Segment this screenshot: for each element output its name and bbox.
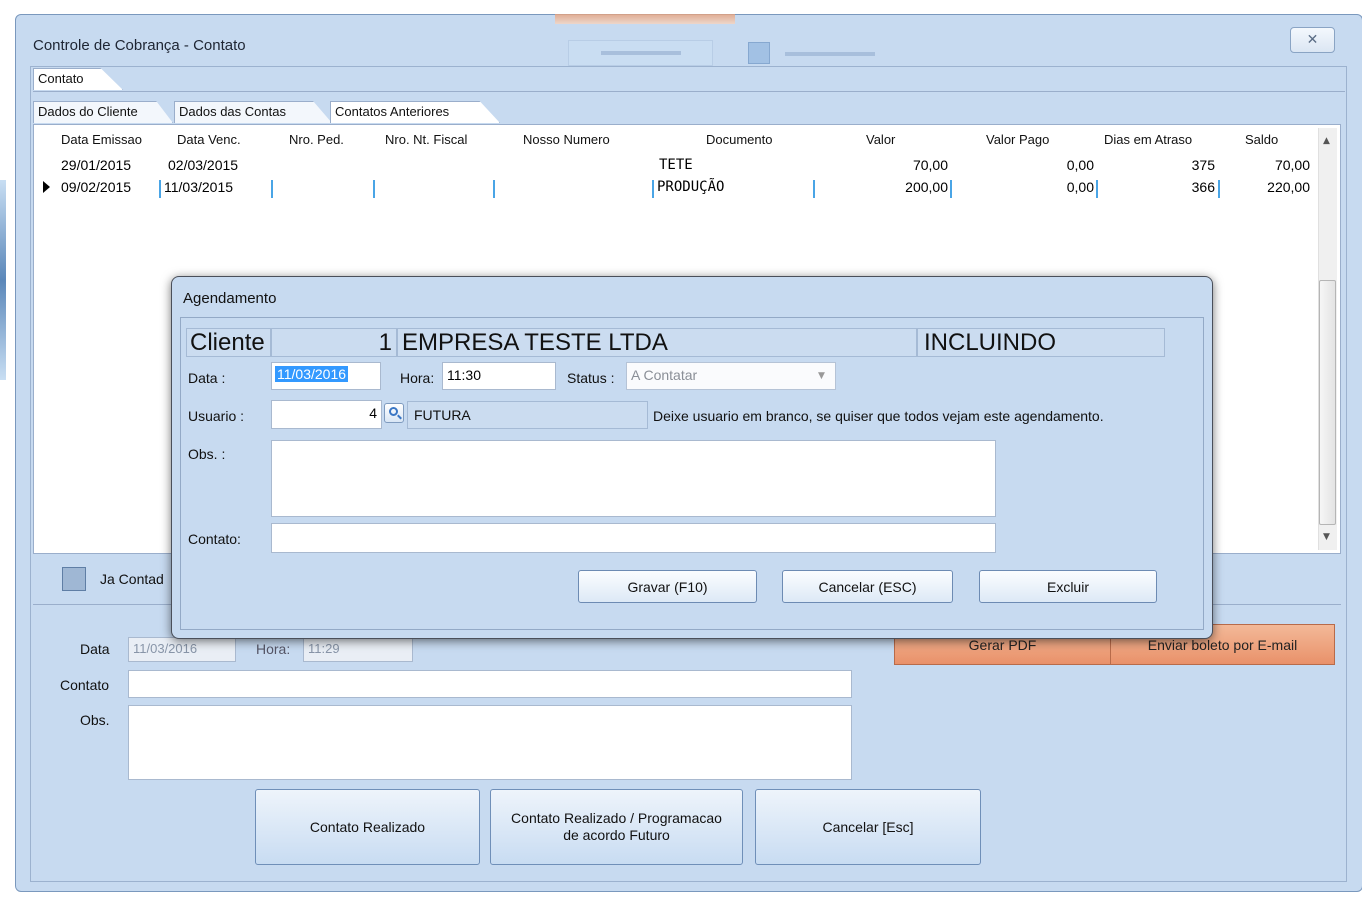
tab-dados-cliente[interactable]: Dados do Cliente	[33, 101, 173, 123]
chevron-down-icon[interactable]: ▼	[818, 371, 825, 381]
hora-field[interactable]: 11:29	[303, 637, 413, 662]
cell-documento[interactable]: TETE	[659, 157, 693, 173]
contato-label: Contato:	[188, 531, 241, 547]
cell-divider	[271, 180, 273, 198]
cell-valor-pago[interactable]: 0,00	[1000, 157, 1094, 173]
usuario-nome: FUTURA	[407, 401, 648, 429]
cell-data-emissao[interactable]: 09/02/2015	[61, 179, 131, 195]
column-header[interactable]: Nro. Nt. Fiscal	[385, 132, 467, 147]
cell-dias-atraso[interactable]: 366	[1150, 179, 1215, 195]
cell-data-emissao[interactable]: 29/01/2015	[61, 157, 131, 173]
hora-label: Hora:	[400, 370, 435, 386]
data-field[interactable]: 11/03/2016	[128, 637, 236, 662]
hora-input[interactable]: 11:30	[442, 362, 556, 390]
cell-valor-pago[interactable]: 0,00	[1000, 179, 1094, 195]
background-blurred-text	[785, 52, 875, 56]
cell-dias-atraso[interactable]: 375	[1150, 157, 1215, 173]
cell-data-venc[interactable]: 11/03/2015	[164, 179, 233, 195]
column-header[interactable]: Nro. Ped.	[289, 132, 344, 147]
cell-saldo[interactable]: 70,00	[1240, 157, 1310, 173]
status-select-value: A Contatar	[631, 367, 698, 383]
column-header[interactable]: Documento	[706, 132, 772, 147]
cell-divider	[652, 180, 654, 198]
row-indicator-icon	[43, 181, 50, 193]
obs-label: Obs.	[80, 712, 110, 728]
scroll-up-icon[interactable]: ▲	[1323, 136, 1330, 146]
contato-programacao-button[interactable]: Contato Realizado / Programacao de acord…	[490, 789, 743, 865]
column-header[interactable]: Valor Pago	[986, 132, 1049, 147]
cliente-id: 1	[271, 328, 397, 357]
tab-contatos-anteriores[interactable]: Contatos Anteriores	[330, 101, 500, 123]
gravar-button[interactable]: Gravar (F10)	[578, 570, 757, 603]
cancelar-button[interactable]: Cancelar [Esc]	[755, 789, 981, 865]
data-label: Data :	[188, 370, 226, 386]
excluir-button[interactable]: Excluir	[979, 570, 1157, 603]
background-blurred-icon	[748, 42, 770, 64]
ja-contactado-label: Ja Contad	[100, 571, 164, 587]
contato-input[interactable]	[271, 523, 996, 553]
cell-saldo[interactable]: 220,00	[1240, 179, 1310, 195]
column-header[interactable]: Valor	[866, 132, 895, 147]
contato-realizado-button[interactable]: Contato Realizado	[255, 789, 480, 865]
obs-textarea[interactable]	[271, 440, 996, 517]
column-header[interactable]: Data Emissao	[61, 132, 142, 147]
data-input-value: 11/03/2016	[275, 366, 349, 382]
background-stripe	[0, 180, 6, 380]
status-label: Status :	[567, 370, 615, 386]
cancelar-dialog-button[interactable]: Cancelar (ESC)	[782, 570, 953, 603]
contato-field[interactable]	[128, 670, 852, 698]
column-header[interactable]: Dias em Atraso	[1104, 132, 1192, 147]
cell-valor[interactable]: 70,00	[860, 157, 948, 173]
tab-dados-contas[interactable]: Dados das Contas	[174, 101, 332, 123]
usuario-hint: Deixe usuario em branco, se quiser que t…	[653, 408, 1104, 424]
obs-label: Obs. :	[188, 446, 226, 462]
cell-divider	[159, 180, 161, 198]
cell-documento[interactable]: PRODUÇÃO	[657, 179, 724, 195]
modo-status: INCLUINDO	[917, 328, 1165, 357]
scroll-down-icon[interactable]: ▼	[1323, 532, 1330, 542]
cliente-label: Cliente	[186, 328, 271, 357]
dialog-title: Agendamento	[183, 290, 277, 307]
obs-field[interactable]	[128, 705, 852, 780]
usuario-id-input[interactable]: 4	[271, 400, 382, 429]
close-icon: ✕	[1306, 32, 1319, 48]
scrollbar-thumb[interactable]	[1319, 280, 1336, 525]
close-button[interactable]: ✕	[1290, 27, 1335, 53]
data-label: Data	[80, 641, 110, 657]
ja-contactado-checkbox[interactable]	[62, 567, 86, 591]
tab-divider	[33, 91, 1345, 92]
cell-divider	[373, 180, 375, 198]
data-input[interactable]: 11/03/2016	[271, 362, 381, 390]
column-header[interactable]: Data Venc.	[177, 132, 241, 147]
cell-divider	[1096, 180, 1098, 198]
cell-valor[interactable]: 200,00	[860, 179, 948, 195]
cell-data-venc[interactable]: 02/03/2015	[168, 157, 238, 173]
column-header[interactable]: Nosso Numero	[523, 132, 610, 147]
cell-divider	[1218, 180, 1220, 198]
cell-divider	[813, 180, 815, 198]
contato-label: Contato	[60, 677, 110, 693]
usuario-label: Usuario :	[188, 408, 245, 424]
search-icon[interactable]	[384, 403, 404, 423]
cell-divider	[493, 180, 495, 198]
cell-divider	[950, 180, 952, 198]
window-title: Controle de Cobrança - Contato	[33, 37, 246, 54]
background-blurred-button	[568, 40, 713, 66]
status-select[interactable]: A Contatar	[626, 362, 836, 390]
background-window-edge	[555, 14, 735, 24]
cliente-nome: EMPRESA TESTE LTDA	[397, 328, 917, 357]
hora-label: Hora:	[256, 641, 291, 657]
column-header[interactable]: Saldo	[1245, 132, 1278, 147]
